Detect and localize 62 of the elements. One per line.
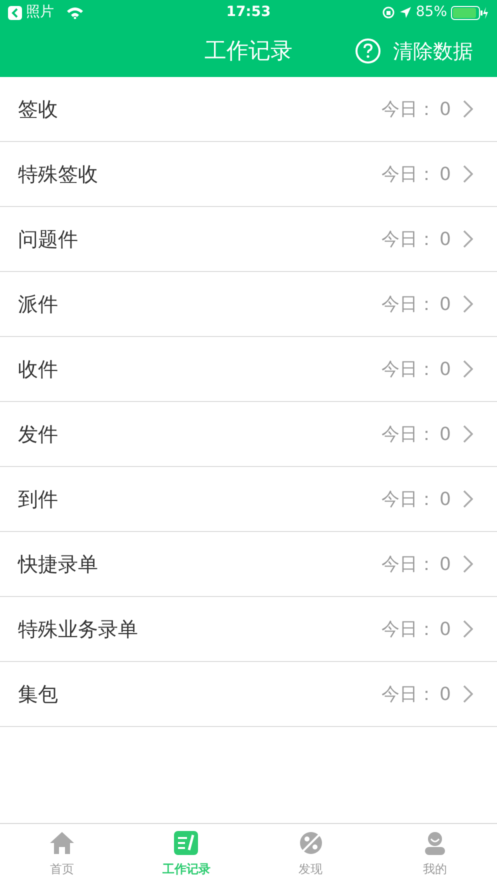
battery-icon [451,6,489,20]
today-label: 今日： [382,228,436,252]
row-label: 到件 [18,486,59,513]
notepad-pen-icon [173,830,200,856]
today-count: 0 [440,98,451,122]
today-count: 0 [440,228,451,252]
today-label: 今日： [382,682,436,706]
chevron-right-icon [463,165,473,183]
row-label: 收件 [18,356,59,383]
today-label: 今日： [382,488,436,512]
today-count: 0 [440,618,451,642]
location-icon [398,6,412,19]
today-label: 今日： [382,98,436,122]
today-label: 今日： [382,162,436,186]
today-count: 0 [440,292,451,316]
chevron-right-icon [463,555,473,573]
wifi-icon [66,6,84,19]
list-row[interactable]: 集包 今日： 0 [0,662,497,727]
row-label: 集包 [18,681,59,708]
today-count: 0 [440,682,451,706]
today-count: 0 [440,162,451,186]
help-icon[interactable] [355,38,381,64]
row-label: 特殊签收 [18,161,99,188]
list-row[interactable]: 签收 今日： 0 [0,77,497,142]
row-label: 派件 [18,291,59,318]
list-row[interactable]: 收件 今日： 0 [0,337,497,402]
list-row[interactable]: 到件 今日： 0 [0,467,497,532]
back-icon[interactable] [8,6,22,20]
today-label: 今日： [382,422,436,446]
home-icon [49,830,76,856]
planet-icon [298,830,324,856]
list-row[interactable]: 特殊签收 今日： 0 [0,142,497,207]
row-label: 发件 [18,421,59,448]
today-count: 0 [440,358,451,382]
chevron-right-icon [463,295,473,313]
chevron-right-icon [463,425,473,443]
chevron-right-icon [463,685,473,703]
today-label: 今日： [382,552,436,576]
row-label: 签收 [18,96,59,123]
today-label: 今日： [382,292,436,316]
battery-percent: 85% [416,3,447,22]
today-count: 0 [440,422,451,446]
list-row[interactable]: 问题件 今日： 0 [0,207,497,272]
today-label: 今日： [382,618,436,642]
today-count: 0 [440,552,451,576]
chevron-right-icon [463,360,473,378]
row-label: 特殊业务录单 [18,616,139,643]
list-row[interactable]: 派件 今日： 0 [0,272,497,337]
chevron-right-icon [463,230,473,248]
list-row[interactable]: 发件 今日： 0 [0,402,497,467]
chevron-right-icon [463,620,473,638]
today-count: 0 [440,488,451,512]
row-label: 快捷录单 [18,551,99,578]
status-time: 17:53 [225,3,272,22]
chevron-right-icon [463,100,473,118]
today-label: 今日： [382,358,436,382]
chevron-right-icon [463,490,473,508]
list-row[interactable]: 快捷录单 今日： 0 [0,532,497,597]
rotation-lock-icon [382,6,395,19]
list-row[interactable]: 特殊业务录单 今日： 0 [0,597,497,662]
page-title: 工作记录 [204,38,294,66]
row-label: 问题件 [18,226,79,253]
